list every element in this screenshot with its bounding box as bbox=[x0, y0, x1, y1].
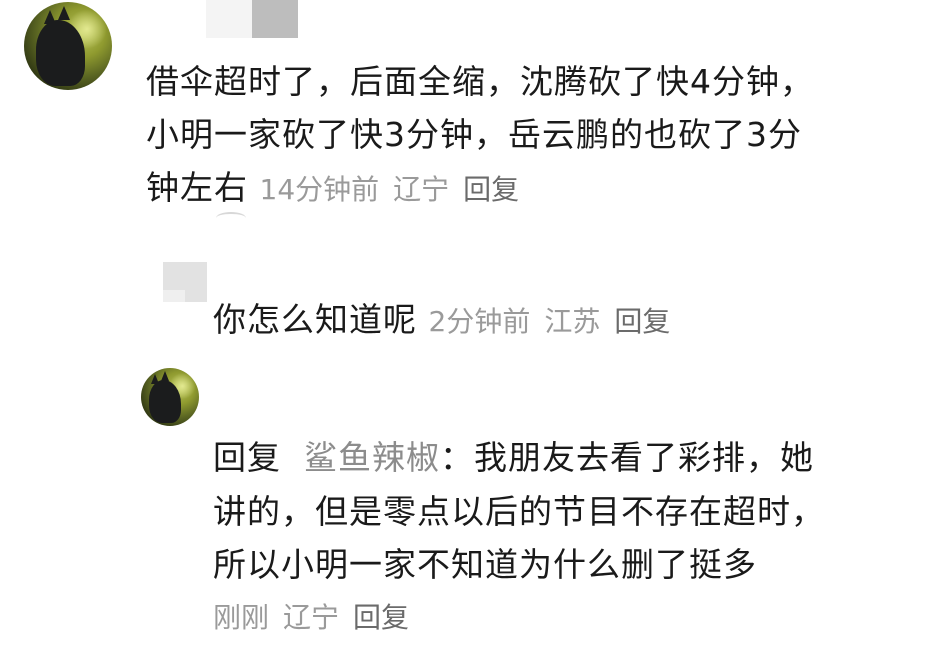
cat-ear bbox=[151, 374, 159, 384]
reply-text: 你怎么知道呢 bbox=[213, 300, 417, 339]
reply-location: 江苏 bbox=[544, 305, 601, 338]
cat-ear bbox=[44, 10, 56, 24]
comment-location: 辽宁 bbox=[393, 173, 450, 206]
cat-ear bbox=[161, 371, 169, 381]
mosaic-block bbox=[206, 0, 252, 38]
cat-ear bbox=[58, 6, 70, 20]
reply-text: 我朋友去看了彩排，她 bbox=[473, 438, 814, 477]
reply-text-line: 讲的，但是零点以后的节目不存在超时， bbox=[213, 492, 825, 531]
reply-meta: 刚刚 辽宁 回复 bbox=[213, 598, 423, 638]
mosaic-block bbox=[163, 290, 185, 302]
avatar[interactable] bbox=[141, 368, 199, 426]
reply-meta: 2分钟前 江苏 回复 bbox=[429, 305, 685, 338]
avatar[interactable] bbox=[24, 2, 112, 90]
reply-text-line: 你怎么知道呢 2分钟前 江苏 回复 bbox=[213, 300, 684, 342]
comment-meta: 14分钟前 辽宁 回复 bbox=[260, 173, 534, 206]
divider-arc bbox=[216, 212, 246, 224]
comment-time: 14分钟前 bbox=[259, 173, 380, 206]
reply-text-line: 所以小明一家不知道为什么删了挺多 bbox=[213, 545, 757, 584]
comment-text-line-with-meta: 钟左右 14分钟前 辽宁 回复 bbox=[146, 168, 533, 210]
reply-button[interactable]: 回复 bbox=[614, 305, 670, 338]
comment-text-line: 小明一家砍了快3分钟，岳云鹏的也砍了3分 bbox=[146, 115, 802, 154]
mosaic-block bbox=[252, 0, 298, 38]
reply-prefix: 回复 bbox=[213, 438, 281, 477]
mention-colon: ： bbox=[439, 438, 474, 477]
username-mosaic bbox=[206, 0, 298, 38]
avatar-mosaic bbox=[163, 262, 207, 302]
comment-text: 钟左右 bbox=[146, 168, 248, 207]
mention-link[interactable]: 鲨鱼辣椒 bbox=[304, 438, 440, 477]
reply-button[interactable]: 回复 bbox=[463, 173, 519, 206]
reply-location: 辽宁 bbox=[283, 601, 340, 634]
reply-text-line: 回复 鲨鱼辣椒：我朋友去看了彩排，她 bbox=[213, 438, 814, 478]
reply-time: 刚刚 bbox=[213, 601, 270, 634]
reply-button[interactable]: 回复 bbox=[353, 601, 409, 634]
reply-time: 2分钟前 bbox=[428, 305, 531, 338]
comment-text-line: 借伞超时了，后面全缩，沈腾砍了快4分钟， bbox=[146, 62, 814, 101]
